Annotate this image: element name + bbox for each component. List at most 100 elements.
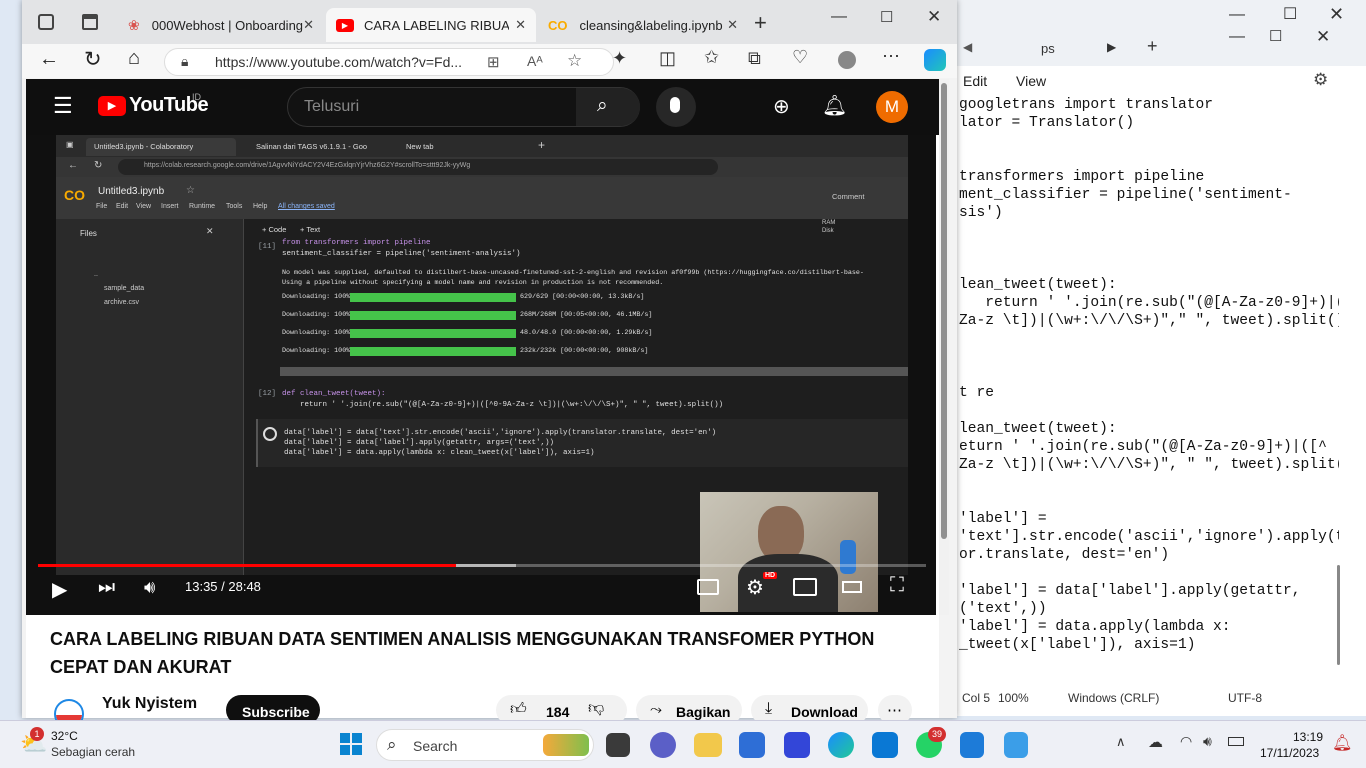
menu-view[interactable]: View xyxy=(1016,73,1046,89)
app-available-icon[interactable]: ⊞ xyxy=(487,53,500,71)
next-video-icon[interactable]: ⏭︎ xyxy=(98,577,115,599)
wifi-icon[interactable]: ◠ xyxy=(1180,733,1192,750)
volume-icon[interactable]: 🔊︎ xyxy=(1203,733,1212,750)
browser-essentials-icon[interactable]: ♡ xyxy=(792,47,808,68)
hamburger-menu-icon[interactable]: ☰ xyxy=(53,93,73,119)
page-scrollbar[interactable] xyxy=(939,79,949,615)
thumbs-down-icon[interactable]: 👎︎ xyxy=(588,699,604,718)
close-icon[interactable]: ✕ xyxy=(1316,27,1330,47)
search-icon: ⌕ xyxy=(597,95,608,116)
fullscreen-icon[interactable]: ⛶ xyxy=(890,574,904,597)
refresh-icon: ↻ xyxy=(94,160,103,171)
channel-name[interactable]: Yuk Nyistem xyxy=(102,695,197,713)
tab-youtube[interactable]: ▶ CARA LABELING RIBUAN DATA ✕ xyxy=(326,8,536,42)
close-tab-icon[interactable]: ✕ xyxy=(303,17,314,33)
play-icon[interactable]: ▶ xyxy=(52,577,67,602)
menu-edit[interactable]: Edit xyxy=(963,73,987,89)
colab-menu-edit: Edit xyxy=(116,203,129,210)
onedrive-icon[interactable]: ☁ xyxy=(1148,733,1163,751)
voice-search-button[interactable] xyxy=(656,87,696,127)
vscode-icon[interactable] xyxy=(872,732,898,758)
theater-mode-icon[interactable] xyxy=(842,581,862,593)
notepad-tab[interactable]: ps xyxy=(1041,41,1055,56)
close-tab-icon[interactable]: ✕ xyxy=(727,17,738,33)
close-icon[interactable]: ✕ xyxy=(1329,4,1344,25)
home-icon[interactable]: ⌂ xyxy=(128,47,140,70)
teams-chat-icon[interactable] xyxy=(650,732,676,758)
favorite-star-icon[interactable]: ☆ xyxy=(567,51,582,71)
notepad-icon[interactable] xyxy=(960,732,984,758)
tab-actions-icon[interactable] xyxy=(82,14,98,30)
minimize-icon[interactable]: — xyxy=(1229,28,1245,46)
video-player[interactable]: ▣ Untitled3.ipynb - Colaboratory Salinan… xyxy=(26,135,936,615)
download-info: 268M/268M [00:05<00:00, 46.1MB/s] xyxy=(520,311,653,319)
volume-icon[interactable]: 🔊︎ xyxy=(144,577,155,598)
subtitles-icon[interactable] xyxy=(697,579,719,595)
miniplayer-icon[interactable] xyxy=(793,578,817,596)
notification-bell-icon[interactable]: 🔔︎ xyxy=(1332,733,1352,753)
copilot-icon[interactable] xyxy=(924,49,946,71)
youtube-logo-icon[interactable]: ▶ xyxy=(98,96,126,116)
notepad-text-area[interactable]: googletrans import translator lator = Tra… xyxy=(951,96,1339,680)
microsoft-store-icon[interactable] xyxy=(739,732,765,758)
search-input[interactable]: Telusuri xyxy=(304,98,359,116)
notebook-title: Untitled3.ipynb xyxy=(98,186,165,197)
new-tab-icon[interactable]: + xyxy=(1147,36,1158,57)
show-hidden-icons-icon[interactable]: ∧ xyxy=(1116,734,1126,750)
edge-browser-icon[interactable] xyxy=(828,732,854,758)
paint-icon[interactable] xyxy=(1004,732,1028,758)
new-tab-icon[interactable]: + xyxy=(754,10,767,36)
minimize-icon[interactable]: — xyxy=(1229,6,1245,24)
weather-badge: 1 xyxy=(30,727,44,741)
download-info: 629/629 [00:00<00:00, 13.3kB/s] xyxy=(520,293,645,301)
scrollbar[interactable] xyxy=(1337,565,1340,665)
settings-gear-icon[interactable]: ⚙ xyxy=(746,575,764,600)
notepad-line: return ' '.join(re.sub("(@[A-Za-z0-9]+)|… xyxy=(959,295,1339,311)
maximize-icon[interactable]: ☐ xyxy=(1269,27,1282,45)
scrollbar-thumb[interactable] xyxy=(941,83,947,539)
tab-colab[interactable]: CO cleansing&labeling.ipynb - ✕ xyxy=(538,8,748,42)
more-menu-icon[interactable]: ⋯ xyxy=(882,46,900,67)
notepad-line xyxy=(959,564,1339,582)
notepad-line: Za-z \t])|(\w+:\/\/\S+)"," ", tweet).spl… xyxy=(959,313,1339,329)
thumbs-up-icon[interactable]: 👍︎ xyxy=(510,700,527,719)
back-arrow-icon[interactable]: ← xyxy=(39,48,59,71)
maximize-icon[interactable]: ☐ xyxy=(1283,4,1297,24)
create-video-icon[interactable]: ⊕ xyxy=(773,94,790,119)
search-box[interactable]: Telusuri ⌕ xyxy=(287,87,640,127)
taskbar: ⛅ 1 32°C Sebagian cerah ⌕ Search 39 ∧ ☁ … xyxy=(0,720,1366,768)
weather-description[interactable]: Sebagian cerah xyxy=(51,745,135,759)
close-icon[interactable]: ✕ xyxy=(927,7,941,27)
tab-000webhost[interactable]: ❀ 000Webhost | Onboarding ✕ xyxy=(118,8,324,42)
download-label: Downloading: 100% xyxy=(282,293,351,301)
clock-date[interactable]: 17/11/2023 xyxy=(1260,746,1319,760)
avatar[interactable]: M xyxy=(876,91,908,123)
refresh-icon[interactable]: ↻ xyxy=(84,47,102,72)
split-screen-icon[interactable]: ◫ xyxy=(659,48,676,69)
like-count[interactable]: 184 xyxy=(546,704,569,720)
settings-gear-icon[interactable]: ⚙ xyxy=(1313,70,1328,90)
clock-time[interactable]: 13:19 xyxy=(1293,730,1323,744)
tab-scroll-left-icon[interactable]: ◀ xyxy=(963,40,972,54)
read-aloud-icon[interactable]: Aᴬ xyxy=(527,53,543,69)
tab-scroll-right-icon[interactable]: ▶ xyxy=(1107,40,1116,54)
start-windows-icon[interactable] xyxy=(340,733,362,755)
collections-icon[interactable]: ⧉ xyxy=(748,48,761,69)
extensions-icon[interactable]: ✦ xyxy=(612,48,627,69)
task-view-icon[interactable] xyxy=(606,733,630,757)
file-explorer-icon[interactable] xyxy=(694,733,722,757)
weather-temp[interactable]: 32°C xyxy=(51,729,78,743)
taskbar-search[interactable]: ⌕ Search xyxy=(376,729,594,761)
workspaces-icon[interactable] xyxy=(38,14,54,30)
app-icon[interactable] xyxy=(784,732,810,758)
battery-icon[interactable] xyxy=(1228,737,1244,746)
close-tab-icon[interactable]: ✕ xyxy=(515,17,526,33)
close-icon: ✕ xyxy=(206,226,214,236)
notifications-bell-icon[interactable]: 🔔︎ xyxy=(822,93,847,118)
profile-icon[interactable] xyxy=(838,51,856,69)
maximize-icon[interactable]: ☐ xyxy=(880,8,893,26)
url-field[interactable]: 🔒︎ https://www.youtube.com/watch?v=Fd...… xyxy=(164,48,614,76)
search-button[interactable]: ⌕ xyxy=(576,88,640,126)
minimize-icon[interactable]: — xyxy=(831,8,847,26)
favorites-icon[interactable]: ✩ xyxy=(704,47,719,68)
